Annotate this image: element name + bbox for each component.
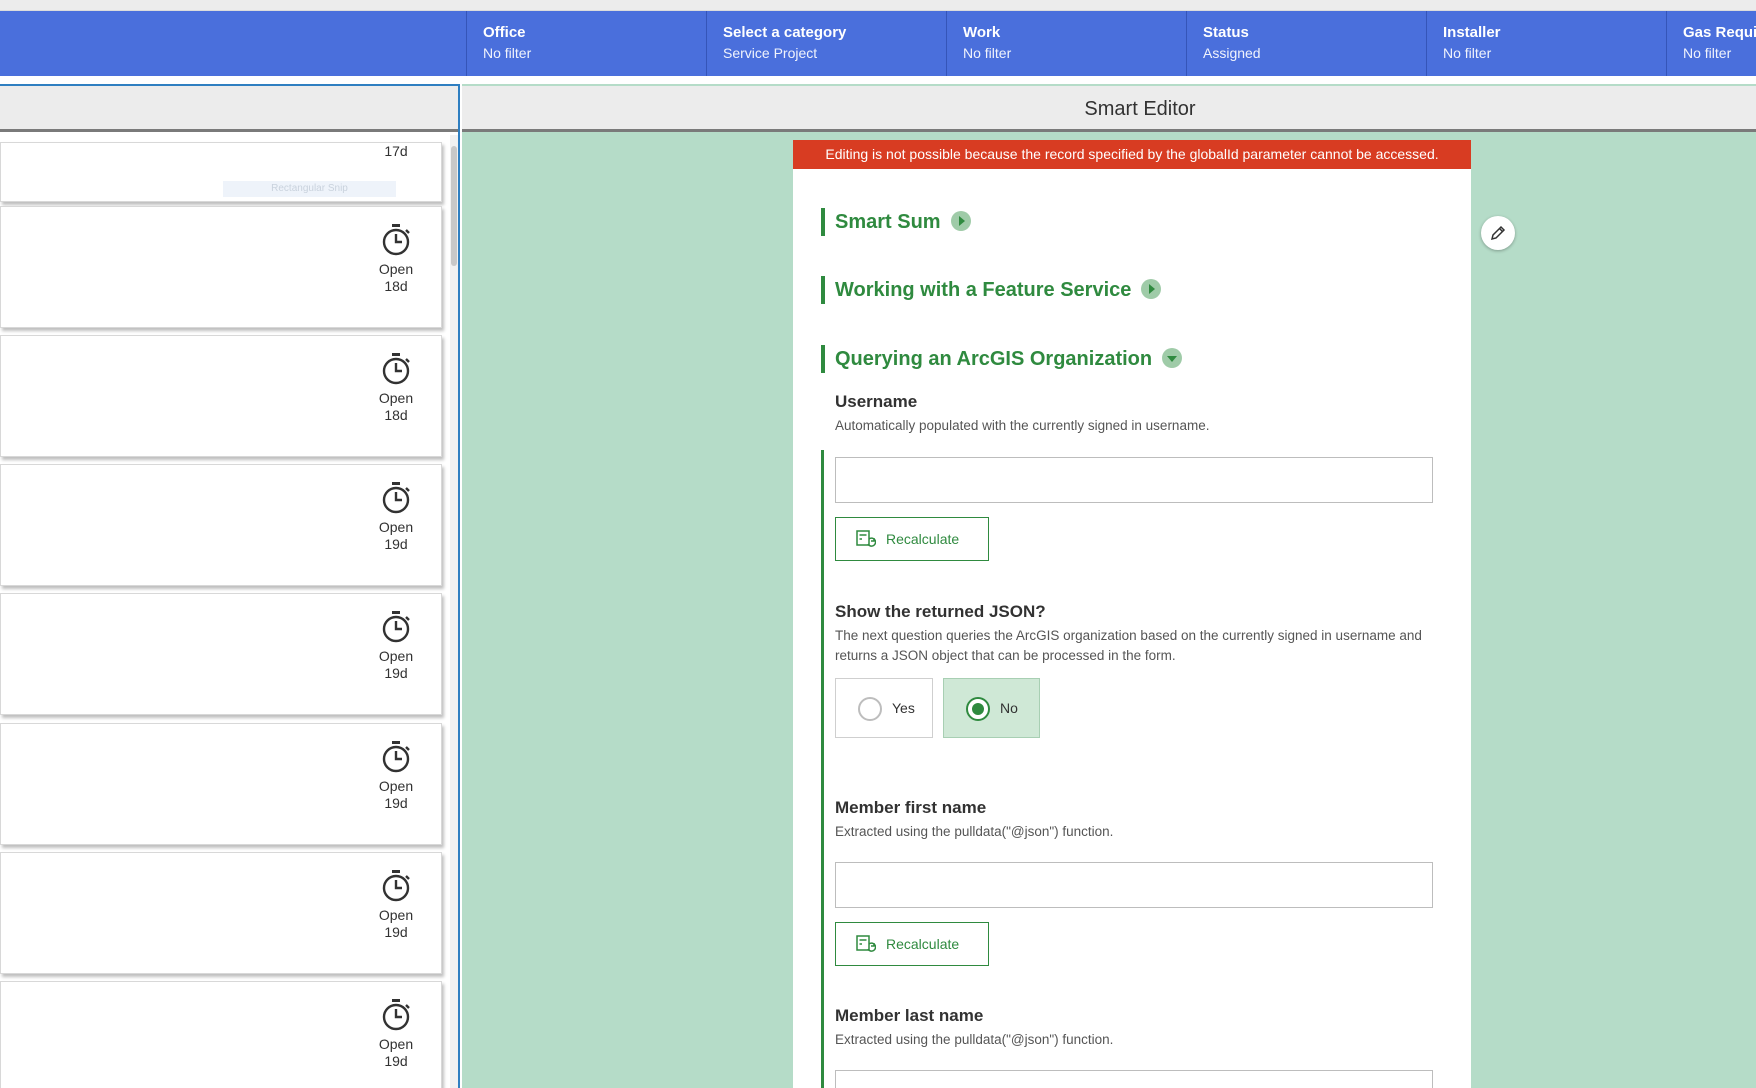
username-input[interactable] (835, 457, 1433, 503)
timer-icon (382, 353, 410, 385)
status-text: Open (378, 261, 414, 277)
group-indent-line (821, 450, 824, 1088)
filter-label: Work (963, 24, 1001, 41)
first-name-input[interactable] (835, 862, 1433, 908)
status-age: 19d (384, 665, 408, 681)
group-bar (821, 345, 825, 373)
last-name-label: Member last name (835, 1006, 984, 1025)
recalculate-button[interactable]: Recalculate (835, 922, 989, 966)
filter-office[interactable]: Office No filter (466, 11, 706, 76)
last-name-hint: Extracted using the pulldata("@json") fu… (835, 1032, 1114, 1047)
status-text: Open (378, 778, 414, 794)
list-item[interactable]: Open 19d (0, 852, 442, 974)
list-header (0, 86, 458, 132)
username-label: Username (835, 392, 918, 411)
survey-form: Editing is not possible because the reco… (793, 140, 1471, 1088)
filter-status[interactable]: Status Assigned (1186, 11, 1426, 76)
filter-value: No filter (1683, 45, 1732, 61)
recalculate-label: Recalculate (886, 936, 960, 952)
radio-circle (858, 697, 882, 721)
status-text: Open (378, 907, 414, 923)
editor-title: Smart Editor (1084, 98, 1196, 120)
group-header[interactable]: Querying an ArcGIS Organization (835, 345, 1183, 373)
first-name-hint: Extracted using the pulldata("@json") fu… (835, 824, 1114, 839)
filter-label: Installer (1443, 24, 1501, 41)
group-bar (821, 276, 825, 304)
recalculate-label: Recalculate (886, 531, 960, 547)
status-text: Open (378, 519, 414, 535)
status-age: 17d (384, 143, 408, 159)
status-text: Open (378, 390, 414, 406)
filter-value: Service Project (723, 45, 818, 61)
timer-icon (382, 870, 410, 902)
expand-arrow-icon[interactable] (1141, 279, 1162, 299)
editor-header: Smart Editor (462, 86, 1756, 132)
group-bar (821, 208, 825, 236)
recalculate-button[interactable]: Recalculate (835, 517, 989, 561)
status-text: Open (378, 1036, 414, 1052)
status-age: 18d (384, 407, 408, 423)
calculator-refresh-icon (856, 530, 876, 547)
username-hint: Automatically populated with the current… (835, 418, 1210, 433)
first-name-label: Member first name (835, 798, 987, 817)
pencil-icon (1490, 225, 1506, 241)
status-age: 19d (384, 795, 408, 811)
filter-label: Select a category (723, 24, 847, 41)
group-title: Querying an ArcGIS Organization (835, 348, 1153, 370)
timer-icon (382, 482, 410, 514)
radio-label: No (1000, 700, 1018, 716)
radio-yes[interactable]: Yes (835, 678, 933, 738)
smart-editor-panel: Smart Editor Editing is not possible bec… (462, 84, 1756, 1088)
list-scrollbar-thumb[interactable] (451, 146, 457, 266)
filter-value: No filter (483, 45, 532, 61)
filter-value: Assigned (1203, 45, 1261, 61)
list-item[interactable]: Open 19d (0, 981, 442, 1088)
group-header[interactable]: Working with a Feature Service (835, 276, 1162, 304)
filter-installer[interactable]: Installer No filter (1426, 11, 1666, 76)
status-age: 19d (384, 1053, 408, 1069)
status-age: 18d (384, 278, 408, 294)
top-strip (0, 0, 1756, 11)
status-text: Open (378, 648, 414, 664)
radio-no[interactable]: No (943, 678, 1040, 738)
error-banner: Editing is not possible because the reco… (793, 140, 1471, 169)
list-item[interactable]: Open 19d (0, 593, 442, 715)
filter-bar: Office No filter Select a category Servi… (0, 11, 1756, 76)
list-item[interactable]: Open 18d (0, 335, 442, 457)
work-order-list: 17d Rectangular Snip Open 18d Open 18d Ope… (0, 84, 460, 1088)
group-title: Smart Sum (835, 211, 941, 233)
filter-category[interactable]: Select a category Service Project (706, 11, 946, 76)
list-item[interactable]: Open 18d (0, 206, 442, 328)
snip-overlay: Rectangular Snip (223, 181, 396, 197)
last-name-input[interactable] (835, 1070, 1433, 1088)
filter-work[interactable]: Work No filter (946, 11, 1186, 76)
show-json-hint: The next question queries the ArcGIS org… (835, 628, 1422, 663)
timer-icon (382, 741, 410, 773)
calculator-refresh-icon (856, 935, 876, 952)
filter-value: No filter (1443, 45, 1492, 61)
list-scrollbar[interactable] (450, 135, 458, 1088)
timer-icon (382, 999, 410, 1031)
radio-circle-selected (966, 697, 990, 721)
timer-icon (382, 224, 410, 256)
show-json-label: Show the returned JSON? (835, 602, 1046, 621)
status-age: 19d (384, 536, 408, 552)
radio-label: Yes (892, 700, 915, 716)
filter-label: Gas Requir (1683, 24, 1756, 41)
status-age: 19d (384, 924, 408, 940)
filter-value: No filter (963, 45, 1012, 61)
group-header[interactable]: Smart Sum (835, 208, 971, 236)
expand-arrow-icon[interactable] (950, 211, 971, 231)
list-item[interactable]: Open 19d (0, 723, 442, 845)
timer-icon (382, 611, 410, 643)
filter-label: Office (483, 24, 526, 41)
list-item[interactable]: Open 19d (0, 464, 442, 586)
list-item[interactable]: 17d Rectangular Snip (0, 142, 442, 202)
filter-gas-required[interactable]: Gas Requir No filter (1666, 11, 1756, 76)
filter-label: Status (1203, 24, 1249, 41)
edit-button[interactable] (1481, 216, 1515, 250)
collapse-arrow-icon[interactable] (1162, 348, 1183, 368)
group-title: Working with a Feature Service (835, 279, 1132, 301)
